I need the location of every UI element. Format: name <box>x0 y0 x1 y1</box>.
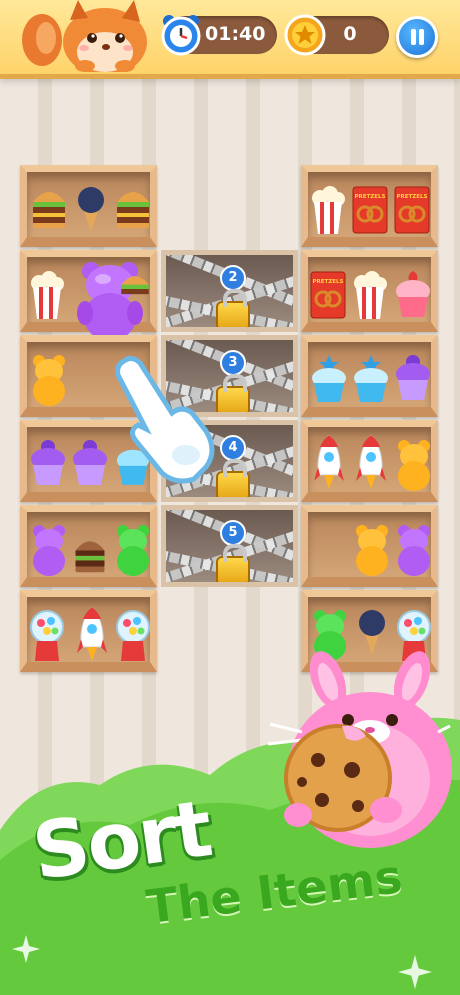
alarm-clock-icon <box>161 15 201 56</box>
gumball-machine-icon[interactable] <box>29 609 65 663</box>
burger-icon[interactable] <box>73 536 107 574</box>
purple-cupcake-icon[interactable] <box>29 439 67 487</box>
locked-shelf-4[interactable]: 5 <box>161 505 298 587</box>
popcorn-icon[interactable] <box>310 186 346 234</box>
sparkle-icon <box>12 935 40 963</box>
burger-icon[interactable] <box>119 271 151 307</box>
padlock-icon <box>216 544 250 582</box>
pretzels-label: PRETZELS <box>355 194 386 200</box>
lock-number-badge: 4 <box>220 435 246 461</box>
lock-number-badge: 2 <box>220 265 246 291</box>
shelf-right-1[interactable]: PRETZELS PRETZELS <box>301 165 438 247</box>
pretzels-bag-icon[interactable]: PRETZELS <box>310 271 346 319</box>
popcorn-icon[interactable] <box>352 271 388 319</box>
burger-icon[interactable] <box>31 186 67 228</box>
gumball-machine-icon[interactable] <box>115 609 151 663</box>
padlock-icon <box>216 374 250 412</box>
star-coin-icon <box>284 14 326 56</box>
shelf-left-1[interactable] <box>20 165 157 247</box>
orange-gummy-bear-icon[interactable] <box>394 439 434 491</box>
blue-cupcake-icon[interactable] <box>352 354 390 404</box>
orange-gummy-bear-icon[interactable] <box>352 524 392 576</box>
purple-cupcake-icon[interactable] <box>394 354 432 402</box>
purple-gummy-bear-icon[interactable] <box>29 524 69 576</box>
top-bar: 01:40 0 <box>0 0 460 79</box>
shelf-right-4[interactable] <box>301 420 438 502</box>
lock-number-badge: 3 <box>220 350 246 376</box>
shelf-right-5[interactable] <box>301 505 438 587</box>
shelf-left-6[interactable] <box>20 590 157 672</box>
purple-gummy-bear-icon[interactable] <box>394 524 434 576</box>
strawberry-cupcake-icon[interactable] <box>394 269 432 319</box>
orange-gummy-bear-icon[interactable] <box>29 354 69 406</box>
timer-value: 01:40 <box>205 23 266 45</box>
pretzels-bag-icon[interactable]: PRETZELS <box>394 186 430 234</box>
rocket-icon[interactable] <box>77 607 107 663</box>
padlock-icon <box>216 459 250 497</box>
pretzels-label: PRETZELS <box>313 279 344 285</box>
blue-cupcake-icon[interactable] <box>310 354 348 404</box>
purple-cupcake-icon[interactable] <box>71 439 109 487</box>
rocket-icon[interactable] <box>356 435 386 491</box>
shelf-left-2[interactable] <box>20 250 157 341</box>
shelf-left-5[interactable] <box>20 505 157 587</box>
bunny-with-cookie-icon <box>267 651 452 848</box>
shelf-right-2[interactable]: PRETZELS <box>301 250 438 332</box>
ice-cream-cone-icon[interactable] <box>75 186 107 232</box>
popcorn-icon[interactable] <box>29 271 65 319</box>
burger-icon[interactable] <box>115 186 151 228</box>
pause-button[interactable] <box>396 16 438 58</box>
pretzels-label: PRETZELS <box>397 194 428 200</box>
green-gummy-bear-icon[interactable] <box>113 524 153 576</box>
shelf-right-3[interactable] <box>301 335 438 417</box>
pointing-hand-icon <box>115 355 215 484</box>
sparkle-icon <box>398 955 432 989</box>
locked-shelf-1[interactable]: 2 <box>161 250 298 332</box>
padlock-icon <box>216 289 250 327</box>
coin-count: 0 <box>343 23 357 45</box>
squirrel-avatar-icon <box>22 0 147 72</box>
lock-number-badge: 5 <box>220 520 246 546</box>
pretzels-bag-icon[interactable]: PRETZELS <box>352 186 388 234</box>
rocket-icon[interactable] <box>314 435 344 491</box>
